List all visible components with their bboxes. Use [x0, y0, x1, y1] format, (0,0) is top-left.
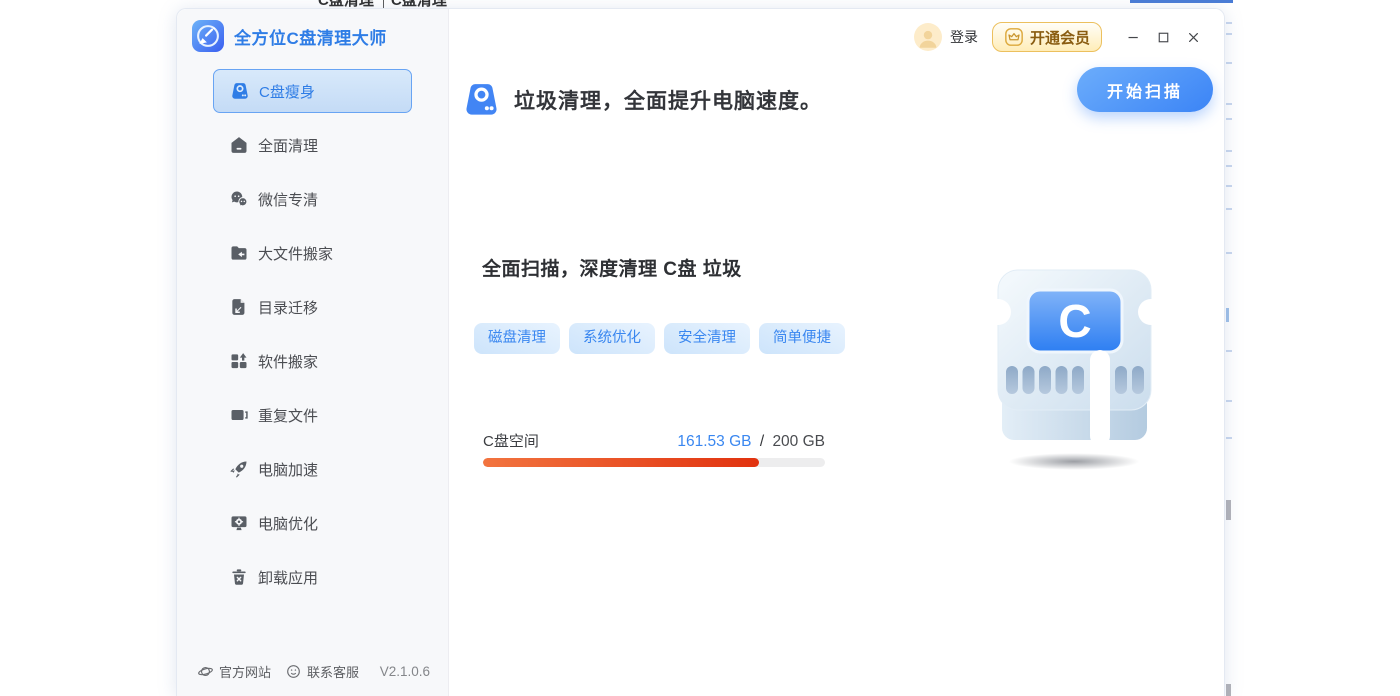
sidebar-item-label: 重复文件	[258, 405, 318, 426]
drive-slim-icon	[230, 81, 250, 101]
login-button[interactable]: 登录	[950, 27, 978, 47]
disk-space-row: C盘空间 161.53 GB / 200 GB	[483, 430, 825, 451]
sidebar-item-label: 大文件搬家	[258, 243, 333, 264]
desktop-stage: C盘清理 C盘清理	[0, 0, 1400, 696]
drive-letter: C	[1058, 295, 1091, 347]
background-window-edge	[1130, 0, 1233, 3]
sidebar-item-label: 软件搬家	[258, 351, 318, 372]
feature-tag: 磁盘清理	[474, 323, 560, 354]
pc-optimize-icon	[229, 513, 249, 533]
disk-progress-bar	[483, 458, 825, 467]
illustration-shadow	[1008, 453, 1140, 470]
disk-used-value: 161.53 GB	[677, 433, 751, 450]
minimize-icon[interactable]	[1118, 22, 1148, 52]
pc-speedup-icon	[229, 459, 249, 479]
feature-tag: 系统优化	[569, 323, 655, 354]
sidebar-item-uninstall-app[interactable]: 卸载应用	[213, 555, 412, 599]
contact-support-link[interactable]: 联系客服	[285, 662, 359, 681]
smiley-icon	[285, 663, 302, 680]
edge-artifact	[1226, 684, 1231, 696]
hero-subtitle: 全面扫描，深度清理 C盘 垃圾	[482, 254, 742, 281]
page-title: 垃圾清理，全面提升电脑速度。	[514, 85, 822, 115]
sidebar-item-label: 全面清理	[258, 135, 318, 156]
broom-logo-icon	[192, 20, 224, 52]
sidebar-item-big-file-move[interactable]: 大文件搬家	[213, 231, 412, 275]
disk-total-value: 200 GB	[772, 433, 825, 450]
feature-tag: 安全清理	[664, 323, 750, 354]
avatar-icon	[915, 25, 941, 51]
crown-icon	[1004, 27, 1024, 47]
edge-artifact	[1226, 350, 1232, 352]
app-brand: 全方位C盘清理大师	[177, 9, 448, 52]
edge-artifact	[1226, 185, 1232, 187]
disk-space-label: C盘空间	[483, 430, 539, 451]
edge-artifact	[1226, 252, 1232, 254]
wechat-clean-icon	[229, 189, 249, 209]
page-header: 垃圾清理，全面提升电脑速度。	[462, 79, 822, 120]
edge-artifact	[1226, 150, 1232, 152]
feature-tag: 简单便捷	[759, 323, 845, 354]
official-website-label: 官方网站	[219, 662, 271, 681]
contact-support-label: 联系客服	[307, 662, 359, 681]
sidebar-item-pc-optimize[interactable]: 电脑优化	[213, 501, 412, 545]
edge-artifact	[1226, 118, 1232, 120]
close-icon[interactable]	[1178, 22, 1208, 52]
sidebar: 全方位C盘清理大师 C盘瘦身 全面清理	[177, 9, 449, 696]
app-title: 全方位C盘清理大师	[234, 24, 387, 49]
official-website-link[interactable]: 官方网站	[197, 662, 271, 681]
directory-migrate-icon	[229, 297, 249, 317]
edge-artifact	[1226, 33, 1232, 35]
edge-artifact	[1226, 208, 1232, 210]
sidebar-item-label: 电脑优化	[258, 513, 318, 534]
disk-progress-fill	[483, 458, 759, 467]
main-content: 登录 开通会员	[449, 9, 1224, 696]
edge-artifact	[1226, 165, 1232, 167]
sidebar-item-duplicate-file[interactable]: 重复文件	[213, 393, 412, 437]
disk-space-values: 161.53 GB / 200 GB	[677, 433, 825, 451]
sidebar-item-label: 电脑加速	[258, 459, 318, 480]
sidebar-item-full-clean[interactable]: 全面清理	[213, 123, 412, 167]
sidebar-item-c-drive-slim[interactable]: C盘瘦身	[213, 69, 412, 113]
edge-artifact	[1226, 22, 1232, 24]
vip-button[interactable]: 开通会员	[992, 22, 1102, 52]
window-controls	[1118, 22, 1208, 52]
app-version: V2.1.0.6	[380, 664, 430, 679]
vip-button-label: 开通会员	[1030, 27, 1090, 48]
maximize-icon[interactable]	[1148, 22, 1178, 52]
titlebar: 登录 开通会员	[449, 9, 1224, 65]
duplicate-file-icon	[229, 405, 249, 425]
uninstall-app-icon	[229, 567, 249, 587]
edge-artifact	[1226, 308, 1229, 322]
planet-icon	[197, 663, 214, 680]
sidebar-footer: 官方网站 联系客服 V2.1.0.6	[177, 650, 448, 696]
c-drive-icon	[462, 79, 501, 120]
start-scan-button[interactable]: 开始扫描	[1077, 67, 1213, 112]
feature-tags: 磁盘清理 系统优化 安全清理 简单便捷	[474, 323, 845, 354]
edge-artifact	[1226, 103, 1232, 105]
c-drive-illustration: C	[992, 266, 1157, 446]
app-window: 全方位C盘清理大师 C盘瘦身 全面清理	[176, 8, 1225, 696]
full-clean-icon	[229, 135, 249, 155]
sidebar-item-label: 目录迁移	[258, 297, 318, 318]
sidebar-item-label: 卸载应用	[258, 567, 318, 588]
sidebar-item-pc-speedup[interactable]: 电脑加速	[213, 447, 412, 491]
software-move-icon	[229, 351, 249, 371]
edge-artifact	[1226, 500, 1231, 520]
edge-artifact	[1226, 62, 1232, 64]
sidebar-item-wechat-clean[interactable]: 微信专清	[213, 177, 412, 221]
disk-separator: /	[760, 433, 764, 450]
edge-artifact	[1226, 400, 1232, 402]
sidebar-nav: C盘瘦身 全面清理 微信专清	[177, 69, 448, 599]
sidebar-item-label: C盘瘦身	[259, 81, 315, 102]
avatar[interactable]	[914, 23, 942, 51]
big-file-move-icon	[229, 243, 249, 263]
sidebar-item-directory-migrate[interactable]: 目录迁移	[213, 285, 412, 329]
sidebar-item-label: 微信专清	[258, 189, 318, 210]
edge-artifact	[1226, 437, 1232, 439]
sidebar-item-software-move[interactable]: 软件搬家	[213, 339, 412, 383]
